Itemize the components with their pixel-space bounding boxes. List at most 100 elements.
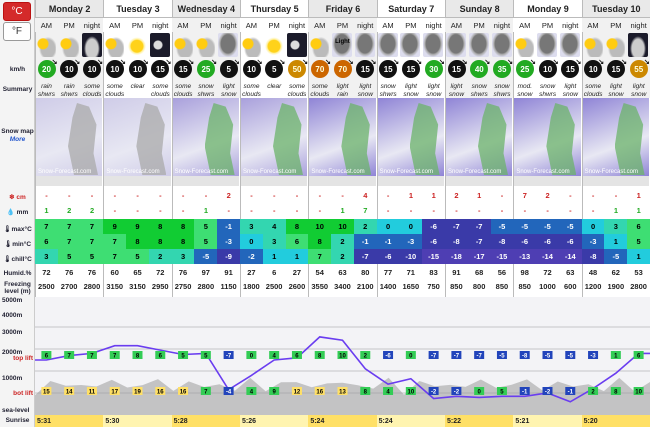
wind-speed: 15 ↘ [401,59,422,78]
map-footer [582,176,649,186]
wind-speed: 10 ↘ [538,59,559,78]
max-temp: -1 [217,219,240,234]
celsius-button[interactable]: °C [3,2,31,21]
max-temp: 10 [331,219,354,234]
wind-speed: 20 ↘ [37,59,58,78]
period-label: PM [473,20,485,30]
day-header[interactable]: Thursday 5 [240,0,309,18]
sunrise-time: 5:30 [103,415,172,427]
min-temp: -7 [467,234,491,249]
chill-temp: -14 [558,249,582,264]
period-label: PM [405,20,417,30]
summary-text: snow shwrs [539,83,557,98]
sunrise-time: 5:28 [171,415,240,427]
day-header[interactable]: Saturday 7 [376,0,445,18]
snow-map-panel[interactable]: Snow-Forecast.com [172,98,239,176]
summary-text: some clouds [242,83,261,98]
chill-temp: -5 [604,249,628,264]
level_top-value: -5 [499,354,505,360]
map-watermark: Snow-Forecast.com [38,169,92,175]
period-label: PM [131,20,144,30]
min-temp: 5 [627,234,650,249]
snow-map-panel[interactable]: Snow-Forecast.com [104,98,171,176]
level_bot-value: -2 [431,390,437,396]
level_bot-value: -4 [226,390,232,396]
wind-speed: 5 ↘ [219,59,240,78]
freezing-value: 2700 [60,281,78,291]
wind-speed: 15 ↘ [151,59,171,78]
wind-speed: 70 ↘ [333,59,354,78]
snow-map-panel[interactable]: Snow-Forecast.com [514,98,581,176]
map-landmass [478,103,508,175]
snow-map-panel[interactable]: Snow-Forecast.com [582,98,649,176]
snow-value: - [181,190,185,200]
snowmap-more-link[interactable]: More [0,136,35,143]
level_bot-value: 16 [180,390,187,396]
summary-text: light snow [562,83,578,98]
snow-map-panel[interactable]: Snow-Forecast.com [377,98,444,176]
summary-text: light snow [608,83,624,98]
icon-caption: Light [335,39,350,45]
humid-value: 54 [315,267,324,277]
wind-value: 10 [247,64,256,74]
max-temp: 0 [399,219,423,234]
snow-map-panel[interactable]: Snow-Forecast.com [241,98,308,176]
humid-value: 56 [497,267,507,277]
snow-map-panel[interactable]: Snow-Forecast.com [36,98,103,176]
wind-value: 15 [383,64,393,74]
level_bot-value: -2 [545,390,551,396]
day-header[interactable]: Monday 9 [513,0,582,18]
snow-map-panel[interactable]: Snow-Forecast.com [309,98,376,176]
day-header[interactable]: Wednesday 4 [171,0,240,18]
day-header[interactable]: Sunday 8 [445,0,514,18]
rain-value: 2 [67,205,72,215]
humid-value: 63 [566,267,575,277]
map-footer [104,176,171,186]
freezing-label: Freezing level (m) [4,281,31,295]
snow-cloud-icon [446,33,466,57]
level_bot-value: 10 [407,390,414,396]
level_bot-value: 16 [316,390,323,396]
day-header[interactable]: Tuesday 10 [581,0,650,18]
day-header[interactable]: Friday 6 [308,0,377,18]
fahrenheit-button[interactable]: °F [3,22,31,41]
humid-value: 72 [156,267,165,277]
summary-text: light snow [426,83,442,98]
wind-speed: 50 ↘ [288,59,308,78]
map-landmass [409,103,440,175]
day-header[interactable]: Monday 2 [35,0,104,18]
wind-arrow-icon: ↘ [74,59,81,66]
snow-value: - [250,190,253,200]
humid-value: 60 [110,267,119,277]
min-temp: 3 [262,234,286,249]
min-temp: -6 [422,234,445,249]
max-temp: -5 [513,219,537,234]
map-footer [377,176,444,186]
period-label: night [562,20,579,30]
max-temp: -5 [490,219,514,234]
wind-speed: 70 ↘ [310,59,331,78]
day-header[interactable]: Tuesday 3 [103,0,172,18]
wind-value: 10 [110,64,120,74]
level_bot-value: -1 [522,390,528,396]
rain-icon: 💧 [6,209,15,216]
map-landmass [68,103,98,175]
chill-temp: 1 [285,249,309,264]
sun-cloud-icon [309,33,330,57]
freezing-value: 1200 [584,281,602,291]
map-landmass [204,103,235,175]
snow-value: - [68,190,71,200]
freezing-value: 3550 [311,281,329,291]
moon-icon [149,33,170,57]
min-temp: 8 [308,234,332,249]
period-label: AM [382,20,394,30]
summary-text: rain shwrs [38,83,55,98]
wind-arrow-icon: ↘ [324,59,331,66]
wind-value: 5 [272,64,277,74]
map-watermark: Snow-Forecast.com [448,169,502,175]
level_bot-value: 17 [111,390,118,396]
max-temp: 6 [627,219,650,234]
sea-level-label: sea-level [2,407,30,414]
snow-map-panel[interactable]: Snow-Forecast.com [446,98,513,176]
freezing-value: 3400 [334,281,351,291]
